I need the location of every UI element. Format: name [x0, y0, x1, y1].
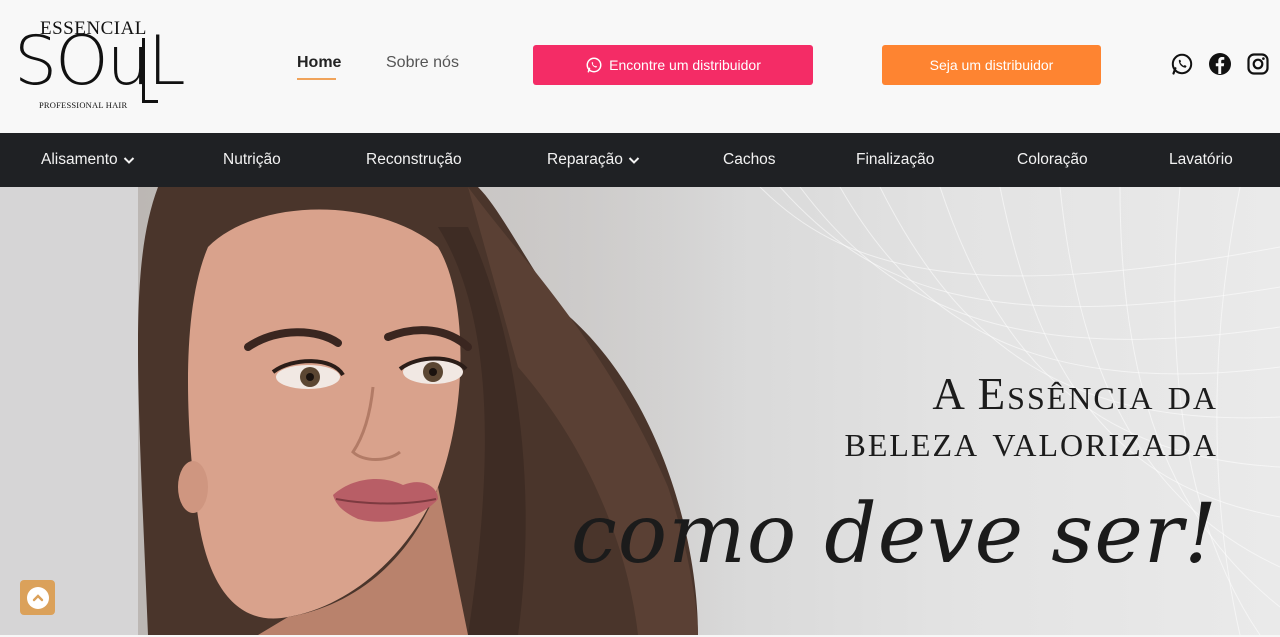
scroll-to-top-button[interactable] — [20, 580, 55, 615]
instagram-icon — [1247, 53, 1269, 75]
category-finalizacao[interactable]: Finalização — [856, 133, 934, 187]
category-alisamento[interactable]: Alisamento — [41, 133, 135, 187]
category-label: Coloração — [1017, 151, 1088, 168]
find-distributor-button[interactable]: Encontre um distribuidor — [533, 45, 813, 85]
facebook-icon — [1209, 53, 1231, 75]
logo-sub-text: PROFESSIONAL HAIR — [39, 100, 128, 110]
instagram-link[interactable] — [1246, 52, 1270, 76]
chevron-down-icon — [123, 157, 134, 164]
whatsapp-icon — [1171, 53, 1193, 75]
nav-active-underline — [297, 78, 336, 80]
site-header: ESSENCIAL SOuL PROFESSIONAL HAIR Home So… — [0, 0, 1280, 133]
find-distributor-label: Encontre um distribuidor — [609, 57, 761, 73]
category-label: Lavatório — [1169, 151, 1233, 168]
category-reconstrucao[interactable]: Reconstrução — [366, 133, 462, 187]
nav-about-link[interactable]: Sobre nós — [386, 54, 459, 72]
logo-bar — [142, 38, 145, 102]
hero-headline-line2: beleza valorizada — [844, 416, 1218, 466]
category-nutricao[interactable]: Nutrição — [223, 133, 281, 187]
category-label: Nutrição — [223, 151, 281, 168]
category-label: Alisamento — [41, 151, 118, 168]
category-label: Reconstrução — [366, 151, 462, 168]
chevron-down-icon — [628, 157, 640, 164]
hero-headline: A Essência da beleza valorizada — [844, 371, 1218, 465]
hero-left-panel — [0, 187, 140, 635]
nav-home-link[interactable]: Home — [297, 54, 341, 72]
logo-bar-foot — [142, 100, 158, 103]
whatsapp-icon — [586, 57, 602, 73]
hero-banner: A Essência da beleza valorizada como dev… — [0, 187, 1280, 635]
brand-logo[interactable]: ESSENCIAL SOuL PROFESSIONAL HAIR — [14, 18, 186, 114]
category-label: Cachos — [723, 151, 776, 168]
category-cachos[interactable]: Cachos — [723, 133, 776, 187]
logo-main-text: SOuL — [14, 22, 186, 101]
category-label: Finalização — [856, 151, 935, 168]
be-distributor-button[interactable]: Seja um distribuidor — [882, 45, 1101, 85]
category-reparacao[interactable]: Reparação — [547, 133, 640, 187]
category-nav: Alisamento Nutrição Reconstrução Reparaç… — [0, 133, 1280, 187]
category-lavatorio[interactable]: Lavatório — [1169, 133, 1233, 187]
arrow-up-icon — [26, 586, 49, 609]
category-label: Reparação — [547, 151, 623, 168]
be-distributor-label: Seja um distribuidor — [929, 57, 1054, 73]
category-coloracao[interactable]: Coloração — [1017, 133, 1088, 187]
hero-script-text: como deve ser! — [570, 487, 1218, 582]
hero-headline-line1: A Essência da — [932, 369, 1218, 419]
whatsapp-link[interactable] — [1170, 52, 1194, 76]
facebook-link[interactable] — [1208, 52, 1232, 76]
